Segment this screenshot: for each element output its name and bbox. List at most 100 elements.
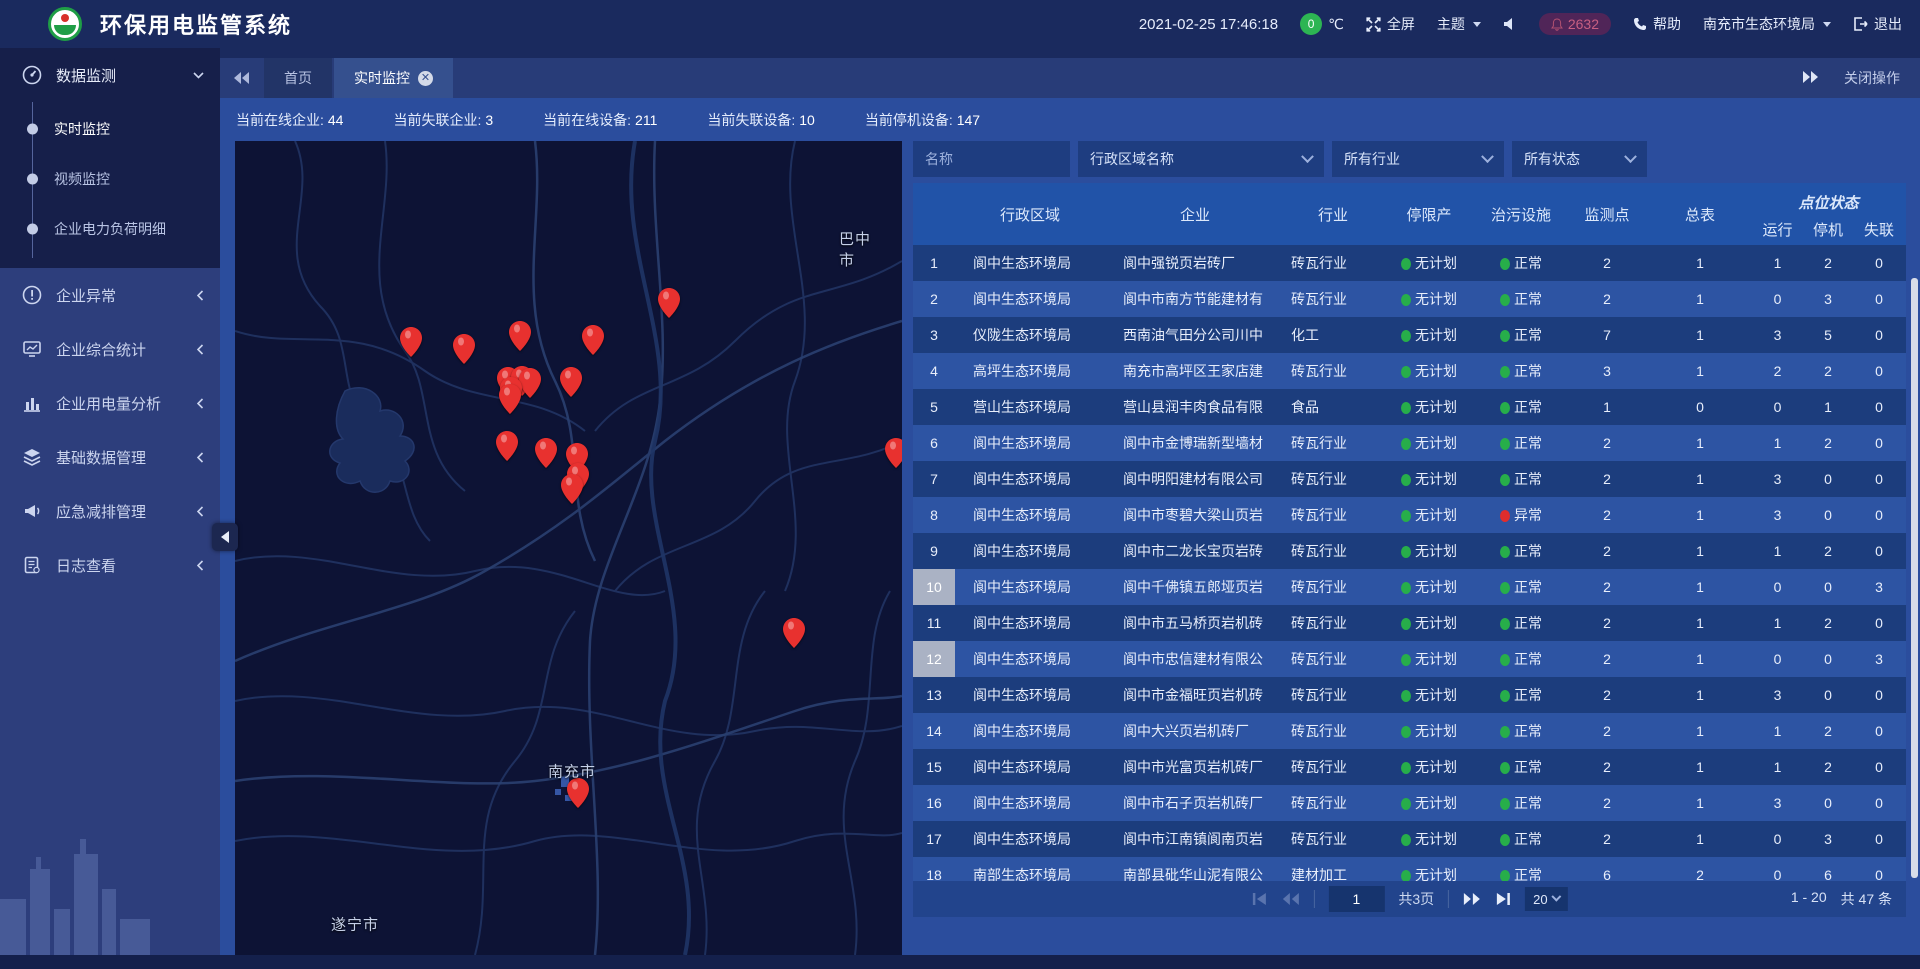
fullscreen-label: 全屏 <box>1387 14 1415 34</box>
map-marker-icon[interactable] <box>885 438 902 468</box>
cell-total-meters: 1 <box>1649 543 1751 559</box>
help-button[interactable]: 帮助 <box>1633 14 1681 34</box>
status-dot-icon <box>1500 870 1510 881</box>
status-dot-icon <box>1500 726 1510 738</box>
sidebar-subitem-视频监控[interactable]: 视频监控 <box>0 154 220 204</box>
table-row[interactable]: 13阆中生态环境局阆中市金福旺页岩机砖砖瓦行业无计划正常21300 <box>913 677 1906 713</box>
cell-stopped: 2 <box>1804 543 1852 559</box>
map-marker-icon[interactable] <box>509 321 531 351</box>
temperature-badge: 0 <box>1300 13 1322 35</box>
cell-monitor-points: 2 <box>1565 291 1649 307</box>
sidebar-item-应急减排管理[interactable]: 应急减排管理 <box>0 484 220 538</box>
page-size-value: 20 <box>1533 892 1547 907</box>
cell-industry: 砖瓦行业 <box>1285 577 1381 597</box>
cell-total-meters: 0 <box>1649 399 1751 415</box>
industry-filter-select[interactable]: 所有行业 <box>1332 141 1504 177</box>
table-row[interactable]: 17阆中生态环境局阆中市江南镇阆南页岩砖瓦行业无计划正常21030 <box>913 821 1906 857</box>
first-page-button[interactable] <box>1251 892 1267 906</box>
map-marker-icon[interactable] <box>519 368 541 398</box>
cell-industry: 砖瓦行业 <box>1285 793 1381 813</box>
name-filter-input[interactable] <box>913 141 1070 177</box>
prev-page-button[interactable] <box>1281 892 1299 906</box>
table-row[interactable]: 14阆中生态环境局阆中大兴页岩机砖厂砖瓦行业无计划正常21120 <box>913 713 1906 749</box>
map-marker-icon[interactable] <box>453 334 475 364</box>
cell-company: 阆中千佛镇五郎垭页岩 <box>1105 577 1285 597</box>
map-marker-icon[interactable] <box>560 367 582 397</box>
org-dropdown[interactable]: 南充市生态环境局 <box>1703 14 1831 34</box>
map-marker-icon[interactable] <box>400 327 422 357</box>
map-marker-icon[interactable] <box>658 288 680 318</box>
table-row[interactable]: 18南部生态环境局南部县砒华山泥有限公建材加工无计划正常62060 <box>913 857 1906 881</box>
map-collapse-button[interactable] <box>212 523 238 551</box>
sidebar-item-数据监测[interactable]: 数据监测 <box>0 48 220 102</box>
footer-strip <box>0 955 1920 969</box>
cell-treatment-status: 正常 <box>1477 793 1565 813</box>
cell-total-meters: 2 <box>1649 867 1751 881</box>
map-marker-icon[interactable] <box>561 474 583 504</box>
map-marker-icon[interactable] <box>499 384 521 414</box>
map-marker-icon[interactable] <box>496 431 518 461</box>
map-marker-icon[interactable] <box>535 438 557 468</box>
cell-treatment-status: 正常 <box>1477 361 1565 381</box>
last-page-button[interactable] <box>1495 892 1511 906</box>
table-row[interactable]: 12阆中生态环境局阆中市忠信建材有限公砖瓦行业无计划正常21003 <box>913 641 1906 677</box>
close-operations-button[interactable]: 关闭操作 <box>1844 68 1900 88</box>
sidebar-subitem-实时监控[interactable]: 实时监控 <box>0 104 220 154</box>
sidebar-item-基础数据管理[interactable]: 基础数据管理 <box>0 430 220 484</box>
table-row[interactable]: 15阆中生态环境局阆中市光富页岩机砖厂砖瓦行业无计划正常21120 <box>913 749 1906 785</box>
speaker-icon[interactable] <box>1503 17 1517 31</box>
page-scrollbar-thumb[interactable] <box>1911 278 1918 878</box>
table-row[interactable]: 3仪陇生态环境局西南油气田分公司川中化工无计划正常71350 <box>913 317 1906 353</box>
sidebar-subitem-企业电力负荷明细[interactable]: 企业电力负荷明细 <box>0 204 220 254</box>
tab-close-icon[interactable]: ✕ <box>418 71 433 86</box>
next-page-button[interactable] <box>1463 892 1481 906</box>
table-row[interactable]: 11阆中生态环境局阆中市五马桥页岩机砖砖瓦行业无计划正常21120 <box>913 605 1906 641</box>
cell-industry: 砖瓦行业 <box>1285 361 1381 381</box>
table-row[interactable]: 4高坪生态环境局南充市高坪区王家店建砖瓦行业无计划正常31220 <box>913 353 1906 389</box>
col-region: 行政区域 <box>955 204 1105 225</box>
chevron-down-icon <box>1301 150 1314 163</box>
cell-stopped: 2 <box>1804 723 1852 739</box>
sidebar-item-label: 基础数据管理 <box>56 447 183 468</box>
cell-running: 0 <box>1751 399 1804 415</box>
table-row[interactable]: 16阆中生态环境局阆中市石子页岩机砖厂砖瓦行业无计划正常21300 <box>913 785 1906 821</box>
tabs-scroll-right-button[interactable] <box>1802 70 1818 86</box>
cell-total-meters: 1 <box>1649 363 1751 379</box>
table-row[interactable]: 7阆中生态环境局阆中明阳建材有限公司砖瓦行业无计划正常21300 <box>913 461 1906 497</box>
page-size-select[interactable]: 20 <box>1525 887 1567 911</box>
sidebar-item-企业用电量分析[interactable]: 企业用电量分析 <box>0 376 220 430</box>
table-row[interactable]: 1阆中生态环境局阆中强锐页岩砖厂砖瓦行业无计划正常21120 <box>913 245 1906 281</box>
sidebar-item-企业综合统计[interactable]: 企业综合统计 <box>0 322 220 376</box>
page-number-input[interactable] <box>1328 886 1384 912</box>
map-panel[interactable]: 巴中市南充市遂宁市 <box>235 141 902 955</box>
cell-limit-status: 无计划 <box>1381 541 1477 561</box>
fullscreen-button[interactable]: 全屏 <box>1366 14 1415 34</box>
cell-limit-status: 无计划 <box>1381 397 1477 417</box>
table-row[interactable]: 8阆中生态环境局阆中市枣碧大梁山页岩砖瓦行业无计划异常21300 <box>913 497 1906 533</box>
table-row[interactable]: 9阆中生态环境局阆中市二龙长宝页岩砖砖瓦行业无计划正常21120 <box>913 533 1906 569</box>
map-marker-icon[interactable] <box>567 778 589 808</box>
cell-limit-status: 无计划 <box>1381 649 1477 669</box>
notification-badge[interactable]: 2632 <box>1539 13 1611 35</box>
map-marker-icon[interactable] <box>783 618 805 648</box>
cell-treatment-status: 正常 <box>1477 649 1565 669</box>
table-row[interactable]: 6阆中生态环境局阆中市金博瑞新型墙材砖瓦行业无计划正常21120 <box>913 425 1906 461</box>
tabs-scroll-left-button[interactable] <box>220 58 264 98</box>
cell-industry: 砖瓦行业 <box>1285 649 1381 669</box>
status-filter-select[interactable]: 所有状态 <box>1512 141 1647 177</box>
tab-首页[interactable]: 首页 <box>264 58 332 98</box>
cell-limit-status: 无计划 <box>1381 613 1477 633</box>
table-row[interactable]: 2阆中生态环境局阆中市南方节能建材有砖瓦行业无计划正常21030 <box>913 281 1906 317</box>
sidebar-item-企业异常[interactable]: 企业异常 <box>0 268 220 322</box>
tab-实时监控[interactable]: 实时监控✕ <box>334 58 453 98</box>
cell-treatment-status: 正常 <box>1477 289 1565 309</box>
region-filter-select[interactable]: 行政区域名称 <box>1078 141 1324 177</box>
tab-bar: 首页实时监控✕ 关闭操作 <box>220 58 1920 98</box>
logout-button[interactable]: 退出 <box>1853 14 1902 34</box>
table-row[interactable]: 5营山生态环境局营山县润丰肉食品有限食品无计划正常10010 <box>913 389 1906 425</box>
sidebar-item-日志查看[interactable]: 日志查看 <box>0 538 220 592</box>
right-panel: 行政区域名称 所有行业 所有状态 <box>913 141 1906 955</box>
theme-dropdown[interactable]: 主题 <box>1437 14 1481 34</box>
map-marker-icon[interactable] <box>582 325 604 355</box>
table-row[interactable]: 10阆中生态环境局阆中千佛镇五郎垭页岩砖瓦行业无计划正常21003 <box>913 569 1906 605</box>
